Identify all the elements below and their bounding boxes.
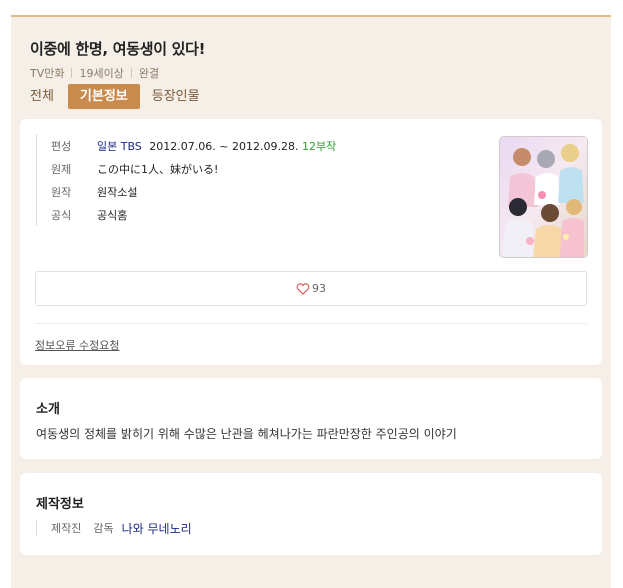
- production-title: 제작정보: [36, 497, 84, 512]
- original-title: この中に1人、妹がいる!: [97, 162, 219, 176]
- info-value: 일본 TBS 2012.07.06. ~ 2012.09.28. 12부작: [97, 138, 336, 154]
- info-label: 공식: [51, 208, 72, 222]
- info-row-broadcast: 편성 일본 TBS 2012.07.06. ~ 2012.09.28. 12부작: [51, 134, 336, 157]
- intro-text: 여동생의 정체를 밝히기 위해 수많은 난관을 헤쳐나가는 파란만장한 주인공의…: [36, 427, 457, 441]
- info-row-official: 공식 공식홈: [51, 203, 336, 226]
- intro-card: 소개 여동생의 정체를 밝히기 위해 수많은 난관을 헤쳐나가는 파란만장한 주…: [20, 378, 602, 459]
- page-title: 이중에 한명, 여동생이 있다!: [30, 40, 206, 58]
- poster-image[interactable]: [499, 136, 588, 258]
- info-label: 원작: [51, 185, 72, 199]
- content-frame: 이중에 한명, 여동생이 있다! TV만화 19세이상 완결 전체 기본정보 등…: [11, 15, 611, 588]
- director-link[interactable]: 나와 무네노리: [122, 520, 192, 537]
- meta-divider: [71, 68, 73, 78]
- tab-bar: 전체 기본정보 등장인물: [30, 84, 200, 109]
- divider: [35, 323, 587, 324]
- heart-outline-icon: [296, 282, 310, 295]
- like-count: 93: [312, 282, 326, 295]
- meta-genre: TV만화: [30, 67, 65, 80]
- source-link[interactable]: 원작소설: [97, 184, 137, 200]
- poster-art: [500, 137, 587, 257]
- broadcast-dates: 2012.07.06. ~ 2012.09.28.: [149, 139, 299, 153]
- production-card: 제작정보 제작진 감독 나와 무네노리: [20, 473, 602, 555]
- broadcast-channel-link[interactable]: 일본 TBS: [97, 140, 142, 153]
- info-row-source: 원작 원작소설: [51, 180, 336, 203]
- basic-info-card: 편성 일본 TBS 2012.07.06. ~ 2012.09.28. 12부작…: [20, 119, 602, 365]
- episode-count: 12부작: [301, 139, 337, 153]
- intro-title: 소개: [36, 402, 60, 417]
- like-button[interactable]: 93: [35, 271, 587, 306]
- info-row-original-title: 원제 この中に1人、妹がいる!: [51, 157, 336, 180]
- meta-status: 완결: [138, 67, 160, 80]
- tab-all[interactable]: 전체: [30, 84, 54, 109]
- staff-role: 감독: [93, 522, 114, 535]
- report-error-link[interactable]: 정보오류 수정요청: [35, 337, 119, 353]
- staff-row: 제작진 감독 나와 무네노리: [36, 520, 192, 536]
- staff-label: 제작진: [51, 522, 82, 535]
- meta-divider: [130, 68, 132, 78]
- tab-basic-info[interactable]: 기본정보: [67, 84, 140, 109]
- official-site-link[interactable]: 공식홈: [97, 207, 127, 223]
- info-label: 원제: [51, 162, 72, 176]
- info-table: 편성 일본 TBS 2012.07.06. ~ 2012.09.28. 12부작…: [36, 134, 336, 226]
- info-label: 편성: [51, 139, 72, 153]
- tab-characters[interactable]: 등장인물: [152, 84, 200, 109]
- meta-rating: 19세이상: [79, 67, 124, 80]
- meta-line: TV만화 19세이상 완결: [30, 65, 159, 81]
